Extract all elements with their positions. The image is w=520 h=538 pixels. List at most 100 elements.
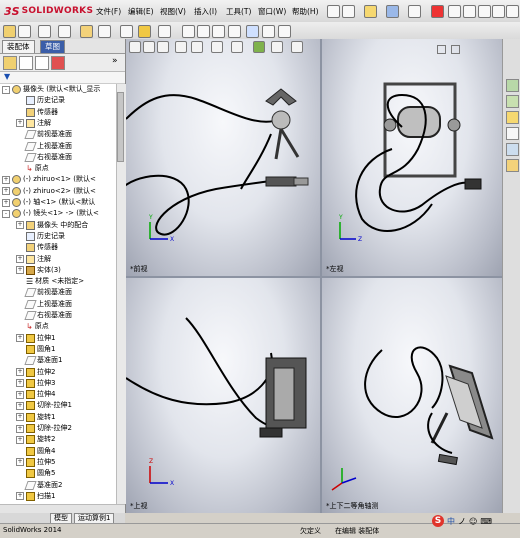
move-component-icon[interactable] (98, 25, 111, 38)
tree-node[interactable]: 圆角5 (16, 468, 55, 479)
menu-view[interactable]: 视图(V) (160, 6, 186, 17)
hide-show-items-icon[interactable] (231, 41, 243, 53)
expand-icon[interactable]: + (16, 334, 24, 343)
tree-node[interactable]: - (-) 镜头<1> -> (默认< (2, 208, 99, 219)
tree-node[interactable]: + 实体(3) (16, 265, 61, 276)
previous-view-icon[interactable] (157, 41, 169, 53)
expand-icon[interactable]: + (16, 401, 24, 410)
tree-node[interactable]: 传感器 (16, 107, 58, 118)
clearance-icon[interactable] (278, 25, 291, 38)
tree-node[interactable]: + 切除-拉伸1 (16, 400, 72, 411)
interference-icon[interactable] (262, 25, 275, 38)
graphics-area[interactable]: Y X *前视 Y Z *左视 Z X *上视 *上下二等角轴测 (126, 39, 502, 513)
minimize-icon[interactable] (478, 5, 491, 18)
viewport-maximize-icon[interactable] (451, 45, 460, 54)
viewport-top[interactable]: Z X *上视 (126, 278, 320, 513)
tree-node[interactable]: + 拉伸1 (16, 333, 55, 344)
tree-node[interactable]: 右视基准面 (16, 152, 72, 163)
section-view-icon[interactable] (175, 41, 187, 53)
viewport-left[interactable]: Y Z *左视 (322, 39, 502, 276)
display-manager-icon[interactable] (51, 56, 65, 70)
expand-icon[interactable]: + (16, 458, 24, 467)
scrollbar-thumb[interactable] (117, 92, 124, 162)
print-icon[interactable] (408, 5, 421, 18)
new-motion-study-icon[interactable] (182, 25, 195, 38)
bill-of-materials-icon[interactable] (197, 25, 210, 38)
tree-filter-bar[interactable]: ▼ (0, 72, 125, 84)
file-explorer-icon[interactable] (506, 111, 519, 124)
mate-icon[interactable] (38, 25, 51, 38)
expand-panel-icon[interactable]: » (112, 56, 118, 66)
tree-node[interactable]: + 拉伸5 (16, 457, 55, 468)
tree-node[interactable]: 历史记录 (16, 231, 65, 242)
insert-component-icon[interactable] (18, 25, 31, 38)
save-icon[interactable] (386, 5, 399, 18)
solidworks-logo[interactable]: 3S SOLIDWORKS (4, 3, 93, 19)
options-icon[interactable] (448, 5, 461, 18)
expand-icon[interactable]: + (2, 175, 10, 184)
tree-node[interactable]: + 旋转2 (16, 434, 55, 445)
close-icon[interactable] (506, 5, 519, 18)
viewport-restore-icon[interactable] (437, 45, 446, 54)
new-document-icon[interactable] (342, 5, 355, 18)
configuration-manager-icon[interactable] (35, 56, 49, 70)
tree-node[interactable]: 基准面2 (16, 480, 62, 491)
stop-light-icon[interactable] (431, 5, 444, 18)
expand-icon[interactable]: + (16, 435, 24, 444)
punctuation-icon[interactable]: ノ (458, 516, 466, 527)
tab-sketch[interactable]: 草图 (40, 40, 65, 53)
show-hidden-icon[interactable] (120, 25, 133, 38)
edit-appearance-icon[interactable] (253, 41, 265, 53)
tree-node[interactable]: 上视基准面 (16, 299, 72, 310)
linear-pattern-icon[interactable] (58, 25, 71, 38)
tree-node[interactable]: + 旋转1 (16, 412, 55, 423)
tree-node[interactable]: + (-) zhiruo<1> (默认< (2, 174, 96, 185)
restore-icon[interactable] (492, 5, 505, 18)
keyboard-icon[interactable]: ⌨ (480, 517, 492, 526)
tree-node[interactable]: 传感器 (16, 242, 58, 253)
assembly-features-icon[interactable] (138, 25, 151, 38)
zoom-to-area-icon[interactable] (143, 41, 155, 53)
expand-icon[interactable]: + (16, 424, 24, 433)
tree-node[interactable]: + 注解 (16, 254, 51, 265)
menu-tools[interactable]: 工具(T) (226, 6, 251, 17)
tree-node[interactable]: 历史记录 (16, 95, 65, 106)
expand-icon[interactable]: + (16, 390, 24, 399)
tree-node[interactable]: + (-) zhiruo<2> (默认< (2, 186, 96, 197)
expand-icon[interactable]: + (16, 119, 24, 128)
help-icon[interactable] (463, 5, 476, 18)
menu-file[interactable]: 文件(F) (96, 6, 121, 17)
reference-geometry-icon[interactable] (158, 25, 171, 38)
viewport-front[interactable]: Y X *前视 (126, 39, 320, 276)
tree-node[interactable]: ↳ 原点 (16, 163, 49, 174)
exploded-view-icon[interactable] (212, 25, 225, 38)
property-manager-icon[interactable] (19, 56, 33, 70)
design-library-icon[interactable] (506, 95, 519, 108)
menu-help[interactable]: 帮助(H) (292, 6, 319, 17)
tree-node[interactable]: 上视基准面 (16, 141, 72, 152)
expand-icon[interactable]: + (16, 413, 24, 422)
expand-icon[interactable]: + (16, 492, 24, 501)
tab-assembly[interactable]: 装配体 (2, 40, 35, 53)
tree-node[interactable]: + 注解 (16, 118, 51, 129)
tree-node[interactable]: 右视基准面 (16, 310, 72, 321)
explode-line-sketch-icon[interactable] (228, 25, 241, 38)
tree-node[interactable]: + 扫描1 (16, 491, 55, 502)
tree-node[interactable]: + 切除-拉伸2 (16, 423, 72, 434)
expand-icon[interactable]: + (2, 187, 10, 196)
ime-mode[interactable]: 中 (447, 516, 455, 527)
solidworks-resources-icon[interactable] (506, 79, 519, 92)
collapse-icon[interactable]: - (2, 209, 10, 218)
tree-node[interactable]: 前视基准面 (16, 129, 72, 140)
tree-node[interactable]: 圆角1 (16, 344, 55, 355)
feature-manager-icon[interactable] (3, 56, 17, 70)
tree-node[interactable]: ☰ 材质 <未指定> (16, 276, 84, 287)
display-style-icon[interactable] (211, 41, 223, 53)
tree-node[interactable]: + 拉伸2 (16, 367, 55, 378)
apply-scene-icon[interactable] (271, 41, 283, 53)
tree-node[interactable]: 圆角4 (16, 446, 55, 457)
menu-edit[interactable]: 编辑(E) (128, 6, 154, 17)
edit-component-icon[interactable] (3, 25, 16, 38)
appearances-icon[interactable] (506, 143, 519, 156)
tree-node[interactable]: + (-) 轴<1> (默认<默认 (2, 197, 95, 208)
